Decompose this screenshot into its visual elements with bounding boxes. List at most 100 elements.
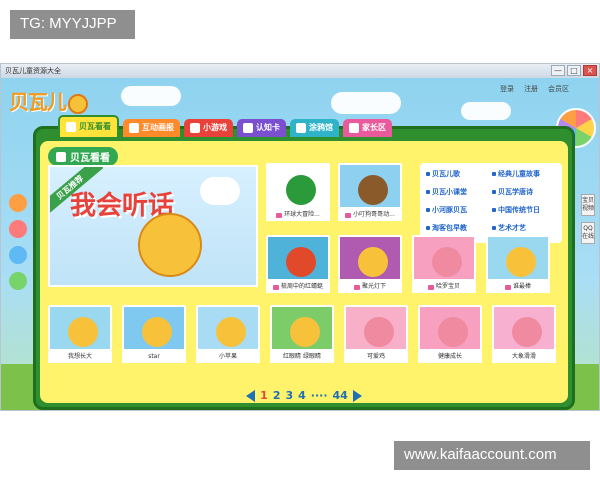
pink-character [512,317,542,347]
tv-icon [276,212,283,218]
caption-text: 小叮狗哥哥动... [353,211,395,218]
video-thumbnail[interactable]: star [122,305,186,363]
caption-text: 聚光灯下 [361,283,386,290]
thumbnail-caption: 我想长大 [48,351,112,363]
tv-icon [56,151,66,162]
brush-icon [296,123,306,133]
bear-character [290,317,320,347]
window-title: 贝瓦儿童资源大全 [5,67,61,75]
page-link-1[interactable]: 1 [260,389,268,402]
category-links: 贝瓦儿歌 经典儿童故事 贝瓦小课堂 贝瓦学唐诗 小河豚贝瓦 中国传统节日 淘客包… [420,163,562,243]
page-link-4[interactable]: 4 [298,389,306,402]
page-link-2[interactable]: 2 [273,389,281,402]
tv-icon [272,284,279,290]
bear-character [358,247,388,277]
cloud-decoration [461,102,511,120]
video-thumbnail[interactable]: 谁最棒 [486,235,550,293]
thumbnail-image [266,235,330,281]
thumbnail-caption: 梳周中的红蜻蜓 [266,281,330,293]
video-thumbnail[interactable]: 小叮狗哥哥动... [338,163,402,221]
link-text: 经典儿童故事 [498,170,540,178]
side-video-button[interactable]: 宝贝视频 [581,194,595,216]
video-thumbnail[interactable]: 小苹果 [196,305,260,363]
bullet-icon [426,226,430,230]
tab-mini-games[interactable]: 小游戏 [184,119,233,137]
tab-parents-area[interactable]: 家长区 [343,119,392,137]
thumbnail-caption: 谁最棒 [486,281,550,293]
thumbnail-caption: 大象滑滑 [492,351,556,363]
bear-character [506,247,536,277]
thought-bubble [200,177,240,205]
video-thumbnail[interactable]: 我想长大 [48,305,112,363]
register-link[interactable]: 注册 [524,84,538,94]
caption-text: 小苹果 [218,353,237,360]
pink-character [364,317,394,347]
thumbnail-caption: 聚光灯下 [338,281,402,293]
watermark-top-tag: TG: MYYJJPP [10,10,135,39]
tv-icon [345,212,352,218]
home-icon [349,123,359,133]
category-link[interactable]: 贝瓦儿歌 [426,169,460,179]
category-link[interactable]: 小河豚贝瓦 [426,205,467,215]
category-link[interactable]: 中国传统节日 [492,205,540,215]
tab-beiwa-kankan[interactable]: 贝瓦看看 [58,115,119,137]
thumbnail-caption: 红眼睛 绿眼睛 [270,351,334,363]
login-link[interactable]: 登录 [500,84,514,94]
tab-doodle-hall[interactable]: 涂鸦馆 [290,119,339,137]
thumbnail-image [122,305,186,351]
category-link[interactable]: 贝瓦小课堂 [426,187,467,197]
link-text: 淘客包早教 [432,224,467,232]
video-thumbnail[interactable]: 红眼睛 绿眼睛 [270,305,334,363]
tv-icon [66,122,76,132]
video-thumbnail[interactable]: 哈罗宝贝 [412,235,476,293]
video-thumbnail[interactable]: 环球大冒险... [266,163,330,221]
bullet-icon [426,190,430,194]
thumbnail-caption: 小叮狗哥哥动... [338,209,402,221]
close-button[interactable]: × [583,65,597,76]
video-thumbnail[interactable]: 健康成长 [418,305,482,363]
page-link-last[interactable]: 44 [333,389,348,402]
header-links: 登录 注册 会员区 [500,84,569,94]
app-logo[interactable]: 贝瓦儿 [9,86,88,115]
next-page-arrow-icon[interactable] [352,389,362,402]
video-thumbnail[interactable]: 聚光灯下 [338,235,402,293]
thumbnail-caption: 环球大冒险... [266,209,330,221]
side-qq-button[interactable]: QQ在线 [581,222,595,244]
section-title: 贝瓦看看 [48,147,118,166]
thumbnail-image [270,305,334,351]
tab-flash-cards[interactable]: 认知卡 [237,119,286,137]
thumbnail-image [338,235,402,281]
tab-interactive-pictorial[interactable]: 互动画报 [123,119,180,137]
screenshot-stage: TG: MYYJJPP 贝瓦儿童资源大全 — □ × 贝瓦儿 登录 注册 会员区 [0,0,600,480]
category-link[interactable]: 经典儿童故事 [492,169,540,179]
balloon-icon [9,194,27,212]
thumbnail-image [338,163,402,209]
logo-text: 贝瓦儿 [9,90,67,114]
category-link[interactable]: 淘客包早教 [426,223,467,233]
thumbnail-caption: star [122,351,186,363]
caption-text: 可爱鸡 [366,353,385,360]
video-thumbnail[interactable]: 可爱鸡 [344,305,408,363]
tab-label: 认知卡 [256,123,280,132]
featured-video[interactable]: 贝瓦推荐 我会听话 [48,165,258,287]
category-link[interactable]: 艺术才艺 [492,223,526,233]
cloud-decoration [331,92,401,114]
thumbnail-caption: 小苹果 [196,351,260,363]
video-thumbnail[interactable]: 大象滑滑 [492,305,556,363]
thumbnail-image [344,305,408,351]
category-link[interactable]: 贝瓦学唐诗 [492,187,533,197]
member-link[interactable]: 会员区 [548,84,569,94]
cloud-decoration [121,86,181,106]
tab-label: 贝瓦看看 [79,122,111,131]
minimize-button[interactable]: — [551,65,565,76]
tv-icon [504,284,511,290]
video-thumbnail[interactable]: 梳周中的红蜻蜓 [266,235,330,293]
maximize-button[interactable]: □ [567,65,581,76]
page-link-3[interactable]: 3 [285,389,293,402]
caption-text: 谁最棒 [512,283,531,290]
thumbnail-image [196,305,260,351]
window-titlebar: 贝瓦儿童资源大全 — □ × [1,64,599,78]
prev-page-arrow-icon[interactable] [246,389,256,402]
map-character [286,175,316,205]
tab-label: 涂鸦馆 [309,123,333,132]
